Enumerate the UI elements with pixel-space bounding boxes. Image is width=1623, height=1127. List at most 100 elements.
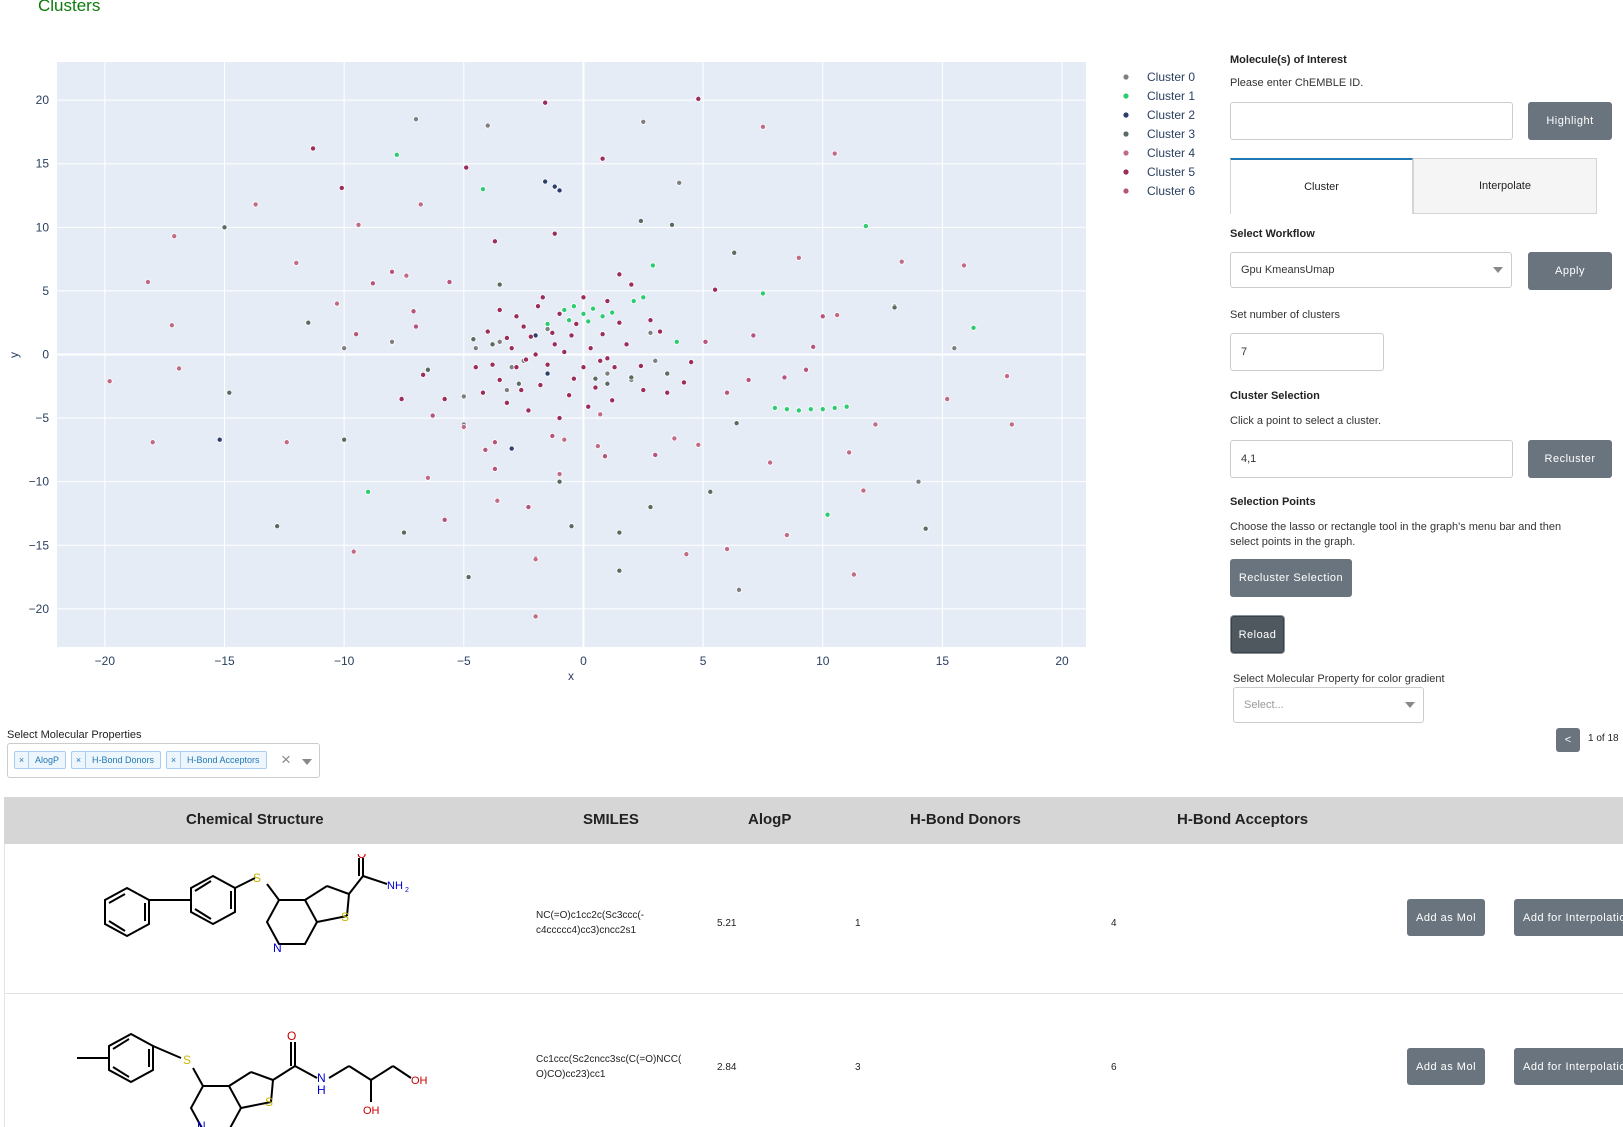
data-point[interactable] <box>532 351 539 358</box>
data-point[interactable] <box>898 258 905 265</box>
data-point[interactable] <box>491 238 498 245</box>
data-point[interactable] <box>338 184 345 191</box>
data-point[interactable] <box>216 436 223 443</box>
data-point[interactable] <box>616 319 623 326</box>
data-point[interactable] <box>479 186 486 193</box>
data-point[interactable] <box>472 345 479 352</box>
cluster-selection-input[interactable]: 4,1 <box>1230 440 1513 478</box>
legend-marker[interactable] <box>1123 93 1129 99</box>
data-point[interactable] <box>566 392 573 399</box>
data-point[interactable] <box>803 366 810 373</box>
data-point[interactable] <box>472 364 479 371</box>
data-point[interactable] <box>759 290 766 297</box>
data-point[interactable] <box>602 453 609 460</box>
data-point[interactable] <box>831 404 838 411</box>
data-point[interactable] <box>671 435 678 442</box>
data-point[interactable] <box>441 516 448 523</box>
data-point[interactable] <box>652 357 659 364</box>
data-point[interactable] <box>771 404 778 411</box>
reload-button[interactable]: Reload <box>1231 616 1284 653</box>
legend-label[interactable]: Cluster 0 <box>1147 70 1195 84</box>
legend-marker[interactable] <box>1123 131 1129 137</box>
add-as-mol-button[interactable]: Add as Mol <box>1407 1048 1485 1085</box>
data-point[interactable] <box>819 313 826 320</box>
data-point[interactable] <box>759 123 766 130</box>
data-point[interactable] <box>733 420 740 427</box>
data-point[interactable] <box>171 233 178 240</box>
properties-multiselect[interactable]: × AlogP × H-Bond Donors × H-Bond Accepto… <box>7 743 320 778</box>
data-point[interactable] <box>599 331 606 338</box>
data-point[interactable] <box>640 294 647 301</box>
data-point[interactable] <box>353 331 360 338</box>
data-point[interactable] <box>551 341 558 348</box>
data-point[interactable] <box>496 338 503 345</box>
data-point[interactable] <box>731 249 738 256</box>
data-point[interactable] <box>400 529 407 536</box>
data-point[interactable] <box>513 313 520 320</box>
legend-marker[interactable] <box>1123 74 1129 80</box>
data-point[interactable] <box>513 364 520 371</box>
data-point[interactable] <box>534 303 541 310</box>
tab-interpolate[interactable]: Interpolate <box>1413 158 1597 214</box>
workflow-select[interactable]: Gpu KmeansUmap <box>1230 252 1512 288</box>
num-clusters-input[interactable]: 7 <box>1230 333 1384 371</box>
data-point[interactable] <box>970 324 977 331</box>
data-point[interactable] <box>532 332 539 339</box>
data-point[interactable] <box>355 221 362 228</box>
data-point[interactable] <box>599 155 606 162</box>
data-point[interactable] <box>494 497 501 504</box>
data-point[interactable] <box>831 150 838 157</box>
data-point[interactable] <box>587 345 594 352</box>
legend[interactable]: Cluster 0 Cluster 1 Cluster 2 Cluster 3 Clus… <box>1123 70 1195 198</box>
data-point[interactable] <box>1008 421 1015 428</box>
data-point[interactable] <box>628 374 635 381</box>
data-point[interactable] <box>850 571 857 578</box>
data-point[interactable] <box>556 471 563 478</box>
data-point[interactable] <box>676 179 683 186</box>
data-point[interactable] <box>176 365 183 372</box>
cluster-scatter-chart[interactable]: −20 −15 −10 −5 0 5 10 15 20 −20 −15 −10 −5 0 5 10 15 20 x… <box>0 40 1210 700</box>
data-point[interactable] <box>341 436 348 443</box>
data-point[interactable] <box>585 318 592 325</box>
data-point[interactable] <box>590 305 597 312</box>
data-point[interactable] <box>573 320 580 327</box>
data-point[interactable] <box>915 478 922 485</box>
data-point[interactable] <box>491 465 498 472</box>
legend-marker[interactable] <box>1123 188 1129 194</box>
recluster-button[interactable]: Recluster <box>1528 440 1612 478</box>
data-point[interactable] <box>580 294 587 301</box>
data-point[interactable] <box>604 380 611 387</box>
data-point[interactable] <box>460 423 467 430</box>
data-point[interactable] <box>695 441 702 448</box>
data-point[interactable] <box>544 361 551 368</box>
legend-marker[interactable] <box>1123 112 1129 118</box>
data-point[interactable] <box>333 300 340 307</box>
data-point[interactable] <box>221 224 228 231</box>
data-point[interactable] <box>795 254 802 261</box>
data-point[interactable] <box>520 323 527 330</box>
data-point[interactable] <box>412 323 419 330</box>
data-point[interactable] <box>496 281 503 288</box>
add-for-interpolation-button[interactable]: Add for Interpolation <box>1514 899 1623 936</box>
data-point[interactable] <box>712 286 719 293</box>
data-point[interactable] <box>702 338 709 345</box>
data-point[interactable] <box>556 478 563 485</box>
data-point[interactable] <box>460 393 467 400</box>
data-point[interactable] <box>465 574 472 581</box>
data-point[interactable] <box>647 504 654 511</box>
data-point[interactable] <box>862 223 869 230</box>
data-point[interactable] <box>515 380 522 387</box>
clear-icon[interactable]: × <box>281 750 291 770</box>
data-point[interactable] <box>616 271 623 278</box>
data-point[interactable] <box>736 586 743 593</box>
data-point[interactable] <box>781 374 788 381</box>
legend-label[interactable]: Cluster 3 <box>1147 127 1195 141</box>
tab-cluster[interactable]: Cluster <box>1230 158 1413 214</box>
data-point[interactable] <box>508 445 515 452</box>
data-point[interactable] <box>637 217 644 224</box>
data-point[interactable] <box>664 389 671 396</box>
data-point[interactable] <box>922 525 929 532</box>
data-point[interactable] <box>556 415 563 422</box>
data-point[interactable] <box>496 376 503 383</box>
data-point[interactable] <box>441 396 448 403</box>
